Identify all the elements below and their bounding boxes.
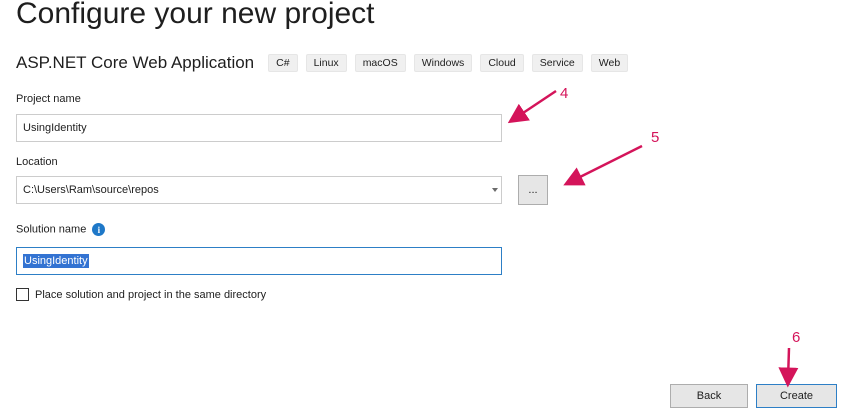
solution-name-label-row: Solution name i (16, 223, 106, 236)
location-value: C:\Users\Ram\source\repos (23, 184, 159, 196)
tag-windows: Windows (413, 54, 473, 72)
solution-name-value: UsingIdentity (23, 254, 89, 268)
annotation-arrow-5 (563, 144, 643, 186)
tag-linux: Linux (305, 54, 347, 72)
page-title: Configure your new project (16, 0, 375, 30)
tag-cloud: Cloud (480, 54, 524, 72)
back-button[interactable]: Back (670, 384, 748, 408)
solution-name-label: Solution name (16, 223, 87, 236)
same-directory-option[interactable]: Place solution and project in the same d… (16, 288, 266, 301)
same-directory-label: Place solution and project in the same d… (35, 288, 267, 301)
template-tags: C# Linux macOS Windows Cloud Service Web (268, 54, 629, 72)
annotation-number-5: 5 (651, 129, 660, 146)
location-combobox[interactable]: C:\Users\Ram\source\repos (16, 176, 502, 204)
tag-csharp: C# (268, 54, 298, 72)
info-icon[interactable]: i (92, 223, 106, 236)
tag-web: Web (590, 54, 629, 72)
same-directory-checkbox[interactable] (16, 288, 29, 301)
create-button[interactable]: Create (756, 384, 837, 408)
browse-button[interactable]: ... (518, 175, 548, 205)
tag-macos: macOS (354, 54, 406, 72)
location-label: Location (16, 156, 58, 168)
project-name-value: UsingIdentity (23, 122, 87, 134)
chevron-down-icon[interactable] (492, 188, 498, 192)
annotation-arrow-6 (778, 347, 799, 388)
annotation-number-6: 6 (792, 329, 801, 346)
project-name-label: Project name (16, 93, 81, 105)
configure-project-page: Configure your new project ASP.NET Core … (0, 0, 843, 412)
project-name-input[interactable]: UsingIdentity (16, 114, 502, 142)
template-name: ASP.NET Core Web Application (16, 53, 255, 72)
tag-service: Service (531, 54, 583, 72)
annotation-number-4: 4 (560, 85, 569, 102)
annotation-arrow-4 (507, 89, 557, 124)
solution-name-input[interactable]: UsingIdentity (16, 247, 502, 275)
template-header: ASP.NET Core Web Application C# Linux ma… (16, 53, 629, 73)
